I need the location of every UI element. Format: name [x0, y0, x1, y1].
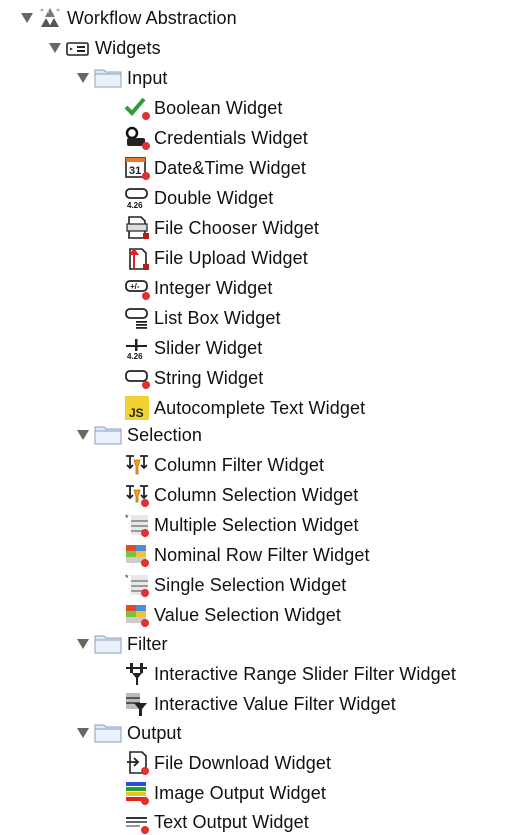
workflow-abstraction-icon	[37, 5, 63, 31]
tree-leaf-nominal-row-filter-widget[interactable]: Nominal Row Filter Widget	[124, 542, 370, 568]
tree-node-label: File Chooser Widget	[154, 218, 319, 238]
tree-node-label: Output	[127, 723, 182, 743]
tree-leaf-interactive-range-slider-filter-widget[interactable]: Interactive Range Slider Filter Widget	[124, 661, 456, 687]
tree-leaf-multiple-selection-widget[interactable]: * Multiple Selection Widget	[124, 512, 359, 538]
svg-text:4.26: 4.26	[127, 201, 143, 210]
tree-leaf-slider-widget[interactable]: 4.26 Slider Widget	[124, 335, 262, 361]
tree-node-label: Value Selection Widget	[154, 605, 341, 625]
svg-text:*: *	[125, 573, 129, 583]
tree-node-label: Filter	[127, 634, 168, 654]
single-selection-icon: *	[124, 572, 150, 598]
tree-node-label: Selection	[127, 425, 202, 445]
tree-leaf-double-widget[interactable]: 4.26 Double Widget	[124, 185, 273, 211]
tree-node-widgets[interactable]: Widgets	[48, 35, 161, 61]
checkmark-icon	[124, 95, 150, 121]
tree-leaf-column-filter-widget[interactable]: Column Filter Widget	[124, 452, 324, 478]
list-box-icon	[124, 305, 150, 331]
tree-node-label: Slider Widget	[154, 338, 263, 358]
svg-text:*: *	[125, 513, 129, 523]
tree-leaf-file-download-widget[interactable]: File Download Widget	[124, 750, 331, 776]
tree-leaf-column-selection-widget[interactable]: Column Selection Widget	[124, 482, 358, 508]
svg-text:JS: JS	[129, 406, 144, 420]
folder-icon	[93, 65, 123, 91]
file-chooser-icon	[124, 215, 150, 241]
tree-leaf-single-selection-widget[interactable]: * Single Selection Widget	[124, 572, 346, 598]
file-download-icon	[124, 750, 150, 776]
tree-node-label: File Upload Widget	[154, 248, 308, 268]
tree-leaf-value-selection-widget[interactable]: Value Selection Widget	[124, 602, 341, 628]
folder-icon	[93, 422, 123, 448]
tree-leaf-boolean-widget[interactable]: Boolean Widget	[124, 95, 282, 121]
double-input-icon: 4.26	[124, 185, 150, 211]
tree-node-output[interactable]: Output	[76, 720, 182, 746]
tree-node-label: Column Selection Widget	[154, 485, 359, 505]
multiple-selection-icon: *	[124, 512, 150, 538]
tree-leaf-image-output-widget[interactable]: Image Output Widget	[124, 780, 326, 806]
tree-leaf-date-time-widget[interactable]: 31 Date&Time Widget	[124, 155, 306, 181]
column-filter-icon	[124, 452, 150, 478]
file-upload-icon	[124, 245, 150, 271]
disclosure-triangle-icon[interactable]	[76, 637, 90, 651]
disclosure-triangle-icon[interactable]	[76, 71, 90, 85]
tree-leaf-text-output-widget[interactable]: Text Output Widget	[124, 809, 309, 835]
calendar-icon: 31	[124, 155, 150, 181]
tree-node-label: Integer Widget	[154, 278, 273, 298]
range-slider-filter-icon	[124, 661, 150, 687]
svg-text:+/-: +/-	[130, 282, 140, 291]
image-output-icon	[124, 780, 150, 806]
tree-node-label: Text Output Widget	[154, 812, 309, 832]
tree-node-label: Interactive Value Filter Widget	[154, 694, 396, 714]
tree-node-input[interactable]: Input	[76, 65, 168, 91]
tree-node-label: Input	[127, 68, 168, 88]
tree-leaf-credentials-widget[interactable]: Credentials Widget	[124, 125, 308, 151]
tree-node-label: Image Output Widget	[154, 783, 326, 803]
tree-node-label: List Box Widget	[154, 308, 281, 328]
text-output-icon	[124, 809, 150, 835]
node-repository-tree: Workflow Abstraction Widgets Input Boole…	[0, 0, 506, 835]
tree-node-label: Interactive Range Slider Filter Widget	[154, 664, 456, 684]
tree-node-label: Credentials Widget	[154, 128, 308, 148]
svg-text:4.26: 4.26	[127, 352, 143, 361]
tree-node-label: Double Widget	[154, 188, 274, 208]
disclosure-triangle-icon[interactable]	[48, 41, 62, 55]
tree-leaf-integer-widget[interactable]: +/- Integer Widget	[124, 275, 272, 301]
tree-node-label: Boolean Widget	[154, 98, 283, 118]
tree-leaf-file-upload-widget[interactable]: File Upload Widget	[124, 245, 308, 271]
slider-icon: 4.26	[124, 335, 150, 361]
folder-icon	[93, 720, 123, 746]
tree-node-label: Nominal Row Filter Widget	[154, 545, 370, 565]
tree-leaf-autocomplete-text-widget[interactable]: JS Autocomplete Text Widget	[124, 395, 365, 421]
tree-node-label: Workflow Abstraction	[67, 8, 237, 28]
tree-node-label: File Download Widget	[154, 753, 332, 773]
tree-leaf-string-widget[interactable]: String Widget	[124, 365, 263, 391]
key-icon	[124, 125, 150, 151]
tree-node-label: String Widget	[154, 368, 264, 388]
widgets-category-icon	[65, 35, 91, 61]
disclosure-triangle-icon[interactable]	[76, 726, 90, 740]
tree-node-label: Date&Time Widget	[154, 158, 306, 178]
disclosure-triangle-icon[interactable]	[76, 428, 90, 442]
svg-text:31: 31	[129, 165, 141, 177]
tree-node-label: Autocomplete Text Widget	[154, 398, 366, 418]
tree-leaf-interactive-value-filter-widget[interactable]: Interactive Value Filter Widget	[124, 691, 396, 717]
tree-node-workflow-abstraction[interactable]: Workflow Abstraction	[20, 5, 237, 31]
column-selection-icon	[124, 482, 150, 508]
tree-node-label: Column Filter Widget	[154, 455, 325, 475]
nominal-row-filter-icon	[124, 542, 150, 568]
folder-icon	[93, 631, 123, 657]
integer-input-icon: +/-	[124, 275, 150, 301]
tree-node-filter[interactable]: Filter	[76, 631, 168, 657]
value-selection-icon	[124, 602, 150, 628]
tree-node-label: Single Selection Widget	[154, 575, 347, 595]
value-filter-icon	[124, 691, 150, 717]
tree-leaf-file-chooser-widget[interactable]: File Chooser Widget	[124, 215, 319, 241]
tree-node-label: Multiple Selection Widget	[154, 515, 359, 535]
string-input-icon	[124, 365, 150, 391]
javascript-icon: JS	[124, 395, 150, 421]
tree-leaf-list-box-widget[interactable]: List Box Widget	[124, 305, 281, 331]
disclosure-triangle-icon[interactable]	[20, 11, 34, 25]
tree-node-selection[interactable]: Selection	[76, 422, 202, 448]
tree-node-label: Widgets	[95, 38, 161, 58]
